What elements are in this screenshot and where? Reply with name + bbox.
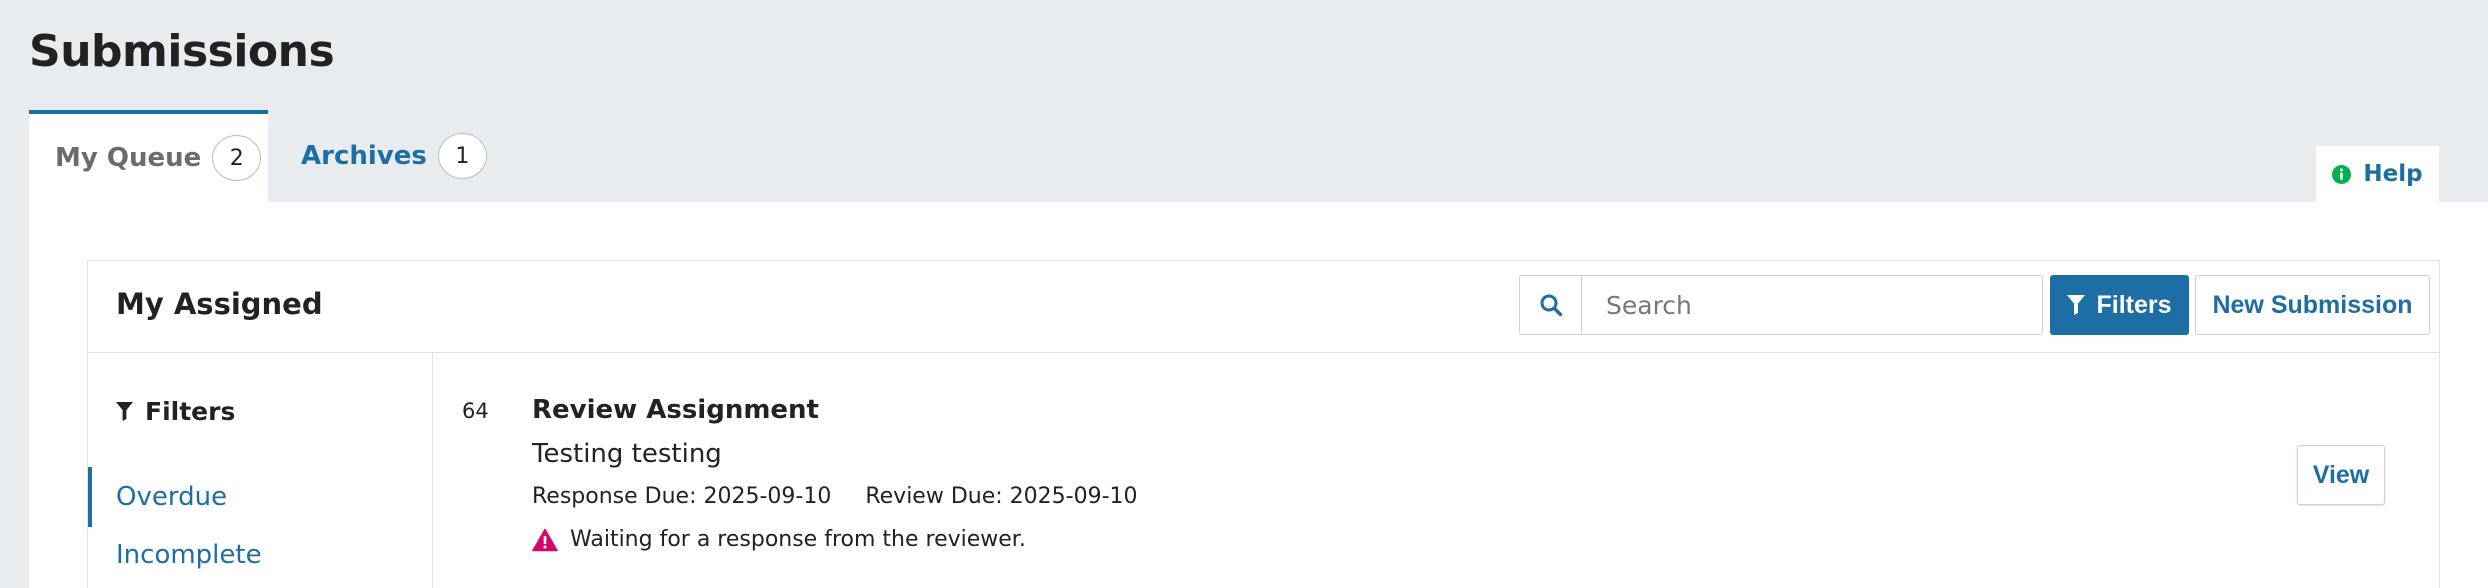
sidebar-item-incomplete[interactable]: Incomplete <box>88 525 432 585</box>
search-icon[interactable] <box>1520 276 1582 334</box>
main-content: My Assigned Filters New Sub <box>29 202 2488 588</box>
filter-icon <box>2067 295 2086 315</box>
search-box <box>1519 275 2043 335</box>
tab-archives-label: Archives <box>301 141 427 171</box>
filters-heading-label: Filters <box>145 397 236 426</box>
view-button[interactable]: View <box>2297 445 2385 505</box>
sidebar-item-overdue[interactable]: Overdue <box>88 467 432 527</box>
filters-button[interactable]: Filters <box>2050 275 2189 335</box>
submission-row: 64 Review Assignment Testing testing Res… <box>433 353 2441 588</box>
submission-title: Review Assignment <box>532 395 819 425</box>
submission-dates: Response Due: 2025-09-10 Review Due: 202… <box>532 484 1138 509</box>
response-due: Response Due: 2025-09-10 <box>532 484 832 509</box>
search-input[interactable] <box>1582 276 2042 334</box>
help-button[interactable]: Help <box>2316 146 2439 202</box>
page-title: Submissions <box>29 26 335 77</box>
panel-header: My Assigned Filters New Sub <box>88 261 2439 353</box>
tab-my-queue-count: 2 <box>212 135 262 181</box>
tab-archives-count: 1 <box>437 133 487 179</box>
filters-sidebar: Filters Overdue Incomplete <box>88 353 433 588</box>
filter-icon <box>116 402 133 421</box>
submissions-list-panel: My Assigned Filters New Sub <box>87 260 2440 588</box>
info-circle-icon <box>2332 164 2352 184</box>
filters-heading: Filters <box>116 397 235 426</box>
submission-subtitle: Testing testing <box>532 439 722 469</box>
filters-button-label: Filters <box>2096 290 2172 319</box>
review-due: Review Due: 2025-09-10 <box>865 484 1138 509</box>
submission-id: 64 <box>462 399 489 423</box>
tab-my-queue[interactable]: My Queue 2 <box>29 110 268 202</box>
help-label: Help <box>2363 161 2423 187</box>
new-submission-button[interactable]: New Submission <box>2195 275 2430 335</box>
warning-icon <box>532 528 558 552</box>
notice-text: Waiting for a response from the reviewer… <box>570 527 1026 552</box>
submission-notice: Waiting for a response from the reviewer… <box>532 527 1026 552</box>
tab-my-queue-label: My Queue <box>55 143 202 173</box>
tab-archives[interactable]: Archives 1 <box>301 110 487 202</box>
panel-title: My Assigned <box>116 287 323 321</box>
